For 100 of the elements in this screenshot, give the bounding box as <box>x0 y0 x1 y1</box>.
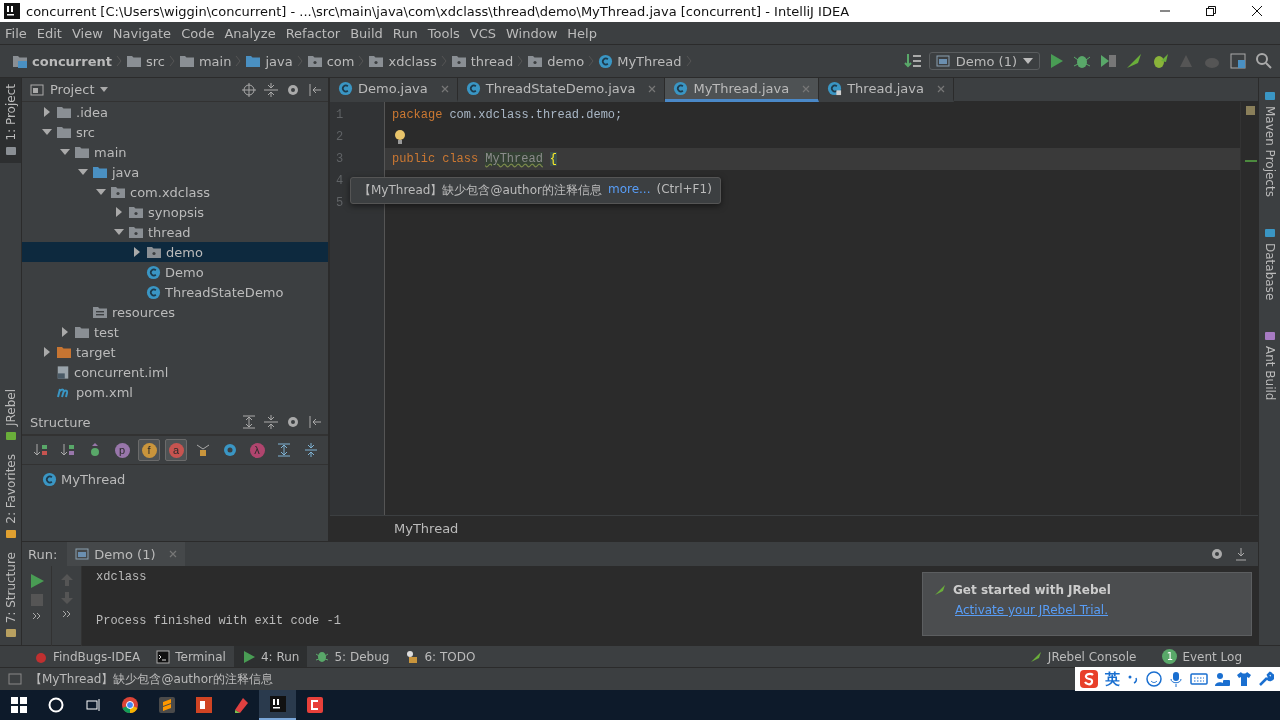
tool-window-button[interactable]: Database <box>1259 220 1280 307</box>
hide-panel-icon[interactable] <box>308 82 322 97</box>
ring-icon <box>222 442 238 458</box>
editor-tab[interactable]: Thread.java <box>819 78 954 102</box>
editor-tab[interactable]: Demo.java <box>330 78 458 102</box>
collapsed-arrow-icon[interactable] <box>132 247 142 257</box>
breadcrumb-item[interactable]: xdclass <box>364 53 441 69</box>
close-icon[interactable] <box>937 84 945 93</box>
menu-item[interactable]: Analyze <box>219 25 281 41</box>
breadcrumb-item[interactable]: concurrent <box>8 53 116 69</box>
tree-item[interactable]: concurrent.iml <box>22 362 328 382</box>
tool-window-button[interactable]: 2: Favorites <box>0 447 21 546</box>
tree-item[interactable]: ThreadStateDemo <box>22 282 328 302</box>
expanded-arrow-icon[interactable] <box>60 147 70 157</box>
settings-icon[interactable] <box>286 415 300 429</box>
tool-window-button[interactable]: JRebel <box>0 382 21 448</box>
tree-item[interactable]: java <box>22 162 328 182</box>
menu-item[interactable]: Build <box>345 25 388 41</box>
breadcrumb-item[interactable]: thread <box>446 53 518 69</box>
tool-window-button[interactable]: 7: Structure <box>0 545 21 645</box>
breadcrumb-item[interactable]: demo <box>523 53 589 69</box>
warning-marker[interactable] <box>1246 106 1255 115</box>
tool-window-button[interactable]: FindBugs-IDEA <box>26 645 149 668</box>
run-tab[interactable]: Demo (1) <box>67 542 185 566</box>
tool-window-button[interactable]: 5: Debug <box>307 645 398 668</box>
close-icon[interactable] <box>440 84 449 93</box>
expanded-arrow-icon[interactable] <box>96 187 106 197</box>
breadcrumb-item[interactable]: src <box>121 53 169 69</box>
menu-item[interactable]: Code <box>176 25 220 41</box>
collapsed-arrow-icon[interactable] <box>42 107 52 117</box>
breadcrumb-item[interactable]: main <box>174 53 236 69</box>
menu-item[interactable]: Help <box>562 25 602 41</box>
editor-breadcrumb[interactable]: MyThread <box>394 521 459 536</box>
tree-item[interactable]: Demo <box>22 262 328 282</box>
activate-link[interactable]: Activate your JRebel Trial. <box>955 603 1241 617</box>
breadcrumb-item[interactable]: java <box>241 53 297 69</box>
editor-tab[interactable]: MyThread.java <box>665 78 820 102</box>
menu-item[interactable]: Navigate <box>107 25 177 41</box>
tree-item[interactable]: .idea <box>22 102 328 122</box>
tool-window-button[interactable]: 4: Run <box>233 645 308 668</box>
run-configuration-dropdown[interactable]: Demo (1) <box>928 52 1040 70</box>
tool-window-button[interactable]: Ant Build <box>1259 324 1280 407</box>
hide-panel-icon[interactable] <box>308 415 322 429</box>
tree-item[interactable]: thread <box>22 222 328 242</box>
tree-item[interactable]: com.xdclass <box>22 182 328 202</box>
expanded-arrow-icon[interactable] <box>42 127 52 137</box>
expanded-arrow-icon[interactable] <box>78 167 88 177</box>
breadcrumb-item[interactable]: com <box>302 53 359 69</box>
more-icon[interactable] <box>61 610 72 618</box>
expanded-arrow-icon[interactable] <box>114 227 124 237</box>
tool-window-button[interactable]: 1: Project <box>0 78 21 163</box>
project-structure-icon[interactable] <box>1228 51 1248 71</box>
collapse-all-icon[interactable] <box>264 82 278 97</box>
tree-item[interactable]: pom.xml <box>22 382 328 402</box>
expand-all-icon[interactable] <box>242 415 256 429</box>
menu-item[interactable]: Run <box>387 25 423 41</box>
editor-tab[interactable]: ThreadStateDemo.java <box>457 78 666 102</box>
menu-item[interactable]: Tools <box>422 25 465 41</box>
minimize-panel-icon[interactable] <box>1234 547 1248 561</box>
more-link[interactable]: more... <box>607 182 651 199</box>
taskbar-app[interactable] <box>259 690 296 720</box>
collapsed-arrow-icon[interactable] <box>114 207 124 217</box>
tree-item[interactable]: demo <box>22 242 328 262</box>
tree-item[interactable]: test <box>22 322 328 342</box>
settings-icon[interactable] <box>1210 547 1224 561</box>
project-view-dropdown[interactable]: Project <box>30 82 109 97</box>
folder-icon <box>450 54 467 68</box>
breadcrumb-item[interactable]: MyThread <box>594 53 686 69</box>
tree-item[interactable]: resources <box>22 302 328 322</box>
menu-item[interactable]: VCS <box>464 25 502 41</box>
tool-window-button[interactable]: JRebel Console <box>1020 645 1145 668</box>
tool-window-button[interactable]: Terminal <box>148 645 234 668</box>
language-toggle[interactable]: 英 <box>1105 669 1120 689</box>
tool-window-button[interactable]: 1 Event Log <box>1154 645 1250 668</box>
tree-item[interactable]: target <box>22 342 328 362</box>
tool-window-button[interactable]: 6: TODO <box>397 645 484 668</box>
tree-item[interactable]: src <box>22 122 328 142</box>
menu-item[interactable]: Refactor <box>280 25 346 41</box>
more-icon[interactable] <box>31 612 42 620</box>
menu-item[interactable]: File <box>0 25 32 41</box>
close-icon[interactable] <box>648 84 657 93</box>
menu-item[interactable]: Edit <box>31 25 67 41</box>
settings-icon[interactable] <box>286 82 300 97</box>
locate-icon[interactable] <box>242 82 256 97</box>
tree-item[interactable]: synopsis <box>22 202 328 222</box>
run-icon[interactable] <box>29 574 44 588</box>
menu-item[interactable]: View <box>66 25 108 41</box>
folder-icon <box>178 54 195 68</box>
collapsed-arrow-icon[interactable] <box>42 347 52 357</box>
tool-window-button[interactable]: Maven Projects <box>1259 84 1280 203</box>
tree-item[interactable]: main <box>22 142 328 162</box>
collapse-all-icon[interactable] <box>264 415 278 429</box>
change-marker[interactable] <box>1245 160 1257 162</box>
lightbulb-icon[interactable] <box>394 129 406 145</box>
structure-item[interactable]: MyThread <box>42 469 328 489</box>
panel-toggle-icon[interactable] <box>8 672 22 686</box>
search-icon[interactable] <box>1254 51 1274 71</box>
collapsed-arrow-icon[interactable] <box>60 327 70 337</box>
menu-item[interactable]: Window <box>501 25 563 41</box>
folder-icon <box>128 225 144 239</box>
